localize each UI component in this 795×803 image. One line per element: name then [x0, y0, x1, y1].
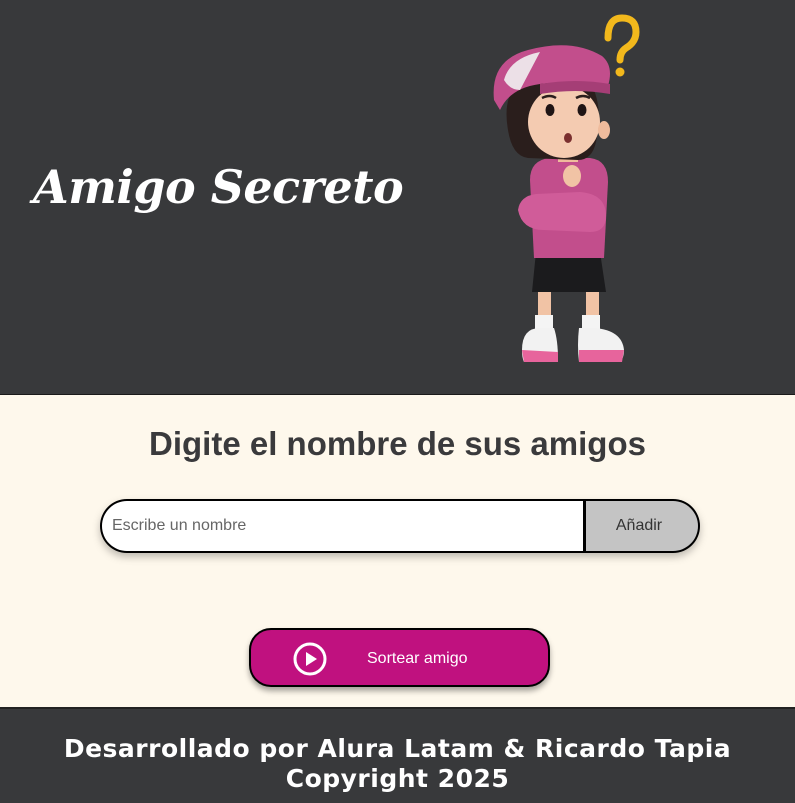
add-button[interactable]: Añadir [586, 499, 700, 553]
header-banner: Amigo Secreto [0, 0, 795, 395]
footer-copyright: Copyright 2025 [285, 764, 510, 793]
footer-credits: Desarrollado por Alura Latam & Ricardo T… [63, 734, 732, 763]
page-title: Amigo Secreto [33, 160, 404, 214]
draw-button-label: Sortear amigo [367, 650, 468, 667]
friend-name-input[interactable] [100, 499, 586, 553]
play-circle-icon [293, 642, 327, 676]
main-section: Digite el nombre de sus amigos Añadir So… [0, 395, 795, 707]
question-mark-icon [604, 14, 640, 77]
footer: Desarrollado por Alura Latam & Ricardo T… [0, 707, 795, 803]
thinking-girl-illustration [493, 14, 640, 362]
draw-friend-button[interactable]: Sortear amigo [249, 628, 550, 687]
section-subtitle: Digite el nombre de sus amigos [149, 425, 646, 462]
name-input-group: Añadir [100, 499, 700, 553]
